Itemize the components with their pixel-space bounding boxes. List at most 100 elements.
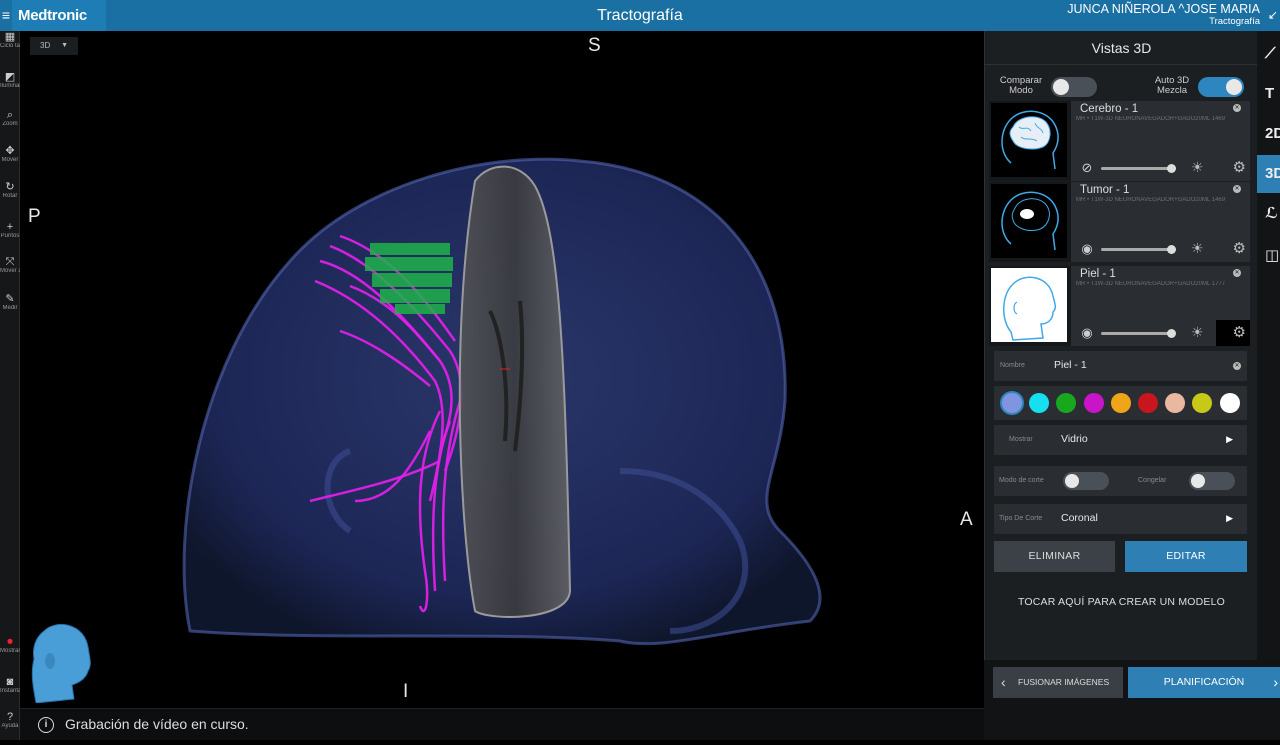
status-text: Grabación de vídeo en curso. [65, 716, 249, 732]
eye-hidden-icon[interactable]: ⊘ [1079, 160, 1095, 176]
tool-measure[interactable]: ✎ Medir [0, 293, 20, 327]
delete-button[interactable]: ELIMINAR [994, 541, 1115, 572]
3d-viewport[interactable]: 3D ▼ S I P A [20, 31, 984, 708]
brightness-icon[interactable]: ☀ [1191, 159, 1204, 176]
color-swatch[interactable] [1083, 393, 1104, 413]
tool-zoom[interactable]: ⌕ Zoom [0, 109, 20, 143]
signature-icon[interactable]: ℒ [1257, 195, 1280, 233]
model-controls: ◉ ☀ ⚙ [1071, 320, 1250, 346]
collapse-arrow-icon[interactable]: ↙ [1268, 8, 1278, 22]
tool-label: Puntos [0, 233, 20, 239]
orientation-head-widget[interactable] [26, 621, 96, 703]
color-swatch[interactable] [1165, 393, 1186, 413]
cut-mode-toggle[interactable] [1063, 472, 1109, 490]
color-swatch[interactable] [1192, 393, 1213, 413]
tool-record[interactable]: ⏺ Mostrar [0, 636, 20, 670]
display-mode-select[interactable]: Mostrar Vidrio ▶ [994, 425, 1247, 455]
display-value: Vidrio [1061, 433, 1088, 445]
eye-icon[interactable]: ◉ [1079, 241, 1095, 257]
model-card-piel[interactable]: Piel - 1 MR • T1W-3D NEURONAVEGADOR+GADO… [989, 266, 1250, 346]
window-icon: ◩ [4, 71, 16, 83]
tool-label: Instantánea [0, 688, 20, 694]
tool-label: Mostrar [0, 648, 20, 654]
text-tool-icon[interactable]: T [1257, 75, 1280, 113]
clear-icon[interactable]: ✕ [1233, 362, 1241, 370]
model-description: MR • T1W-3D NEURONAVEGADOR+GADO20ML 1777 [1076, 281, 1226, 287]
prev-step-label: FUSIONAR IMÁGENES [1018, 677, 1110, 687]
tool-screenshot[interactable]: ◙Instantánea [0, 676, 20, 710]
brain-thumbnail [991, 103, 1067, 177]
rotate-icon: ↻ [5, 181, 15, 193]
color-swatch[interactable] [1002, 393, 1022, 413]
model-info: Piel - 1 MR • T1W-3D NEURONAVEGADOR+GADO… [1071, 266, 1250, 320]
eye-icon[interactable]: ◉ [1079, 325, 1095, 341]
brightness-icon[interactable]: ☀ [1191, 324, 1204, 341]
model-name-field[interactable]: Nombre Piel - 1 ✕ [994, 351, 1247, 381]
opacity-slider[interactable] [1101, 164, 1176, 173]
model-controls: ◉ ☀ ⚙ [1071, 236, 1250, 262]
compare-mode-toggle[interactable] [1051, 77, 1097, 97]
chevron-left-icon: ‹ [1001, 674, 1006, 690]
3d-render[interactable] [20, 31, 984, 708]
create-model-link[interactable]: TOCAR AQUÍ PARA CREAR UN MODELO [985, 596, 1258, 608]
orientation-bottom: I [403, 681, 409, 702]
right-rail: ⟋ T 2D 3D ℒ ◫ [1257, 31, 1280, 660]
tumor-thumbnail [991, 184, 1067, 258]
close-icon[interactable]: ✕ [1233, 104, 1241, 112]
model-controls: ⊘ ☀ ⚙ [1071, 155, 1250, 181]
view-mode-value: 3D [40, 41, 51, 50]
color-swatch[interactable] [1110, 393, 1131, 413]
edit-button[interactable]: EDITAR [1125, 541, 1247, 572]
brightness-icon[interactable]: ☀ [1191, 240, 1204, 257]
compare-mode-label: Comparar Modo [999, 75, 1043, 96]
tool-crosshair[interactable]: + Puntos [0, 221, 20, 255]
model-card-tumor[interactable]: Tumor - 1 MR • T1W-3D NEURONAVEGADOR+GAD… [989, 182, 1250, 262]
close-icon[interactable]: ✕ [1233, 185, 1241, 193]
gear-icon[interactable]: ⚙ [1233, 239, 1246, 257]
color-swatch[interactable] [1219, 393, 1240, 413]
play-arrow-icon: ▶ [1226, 513, 1233, 523]
cut-type-value: Coronal [1061, 512, 1098, 524]
gear-icon[interactable]: ⚙ [1233, 323, 1246, 341]
view-2d-icon[interactable]: 2D [1257, 115, 1280, 153]
tool-window[interactable]: ◩ Iluminar [0, 71, 20, 105]
grid-icon: ▦ [4, 31, 16, 43]
prev-step-button[interactable]: ‹ FUSIONAR IMÁGENES [993, 667, 1123, 698]
layout-icon[interactable]: ◫ [1257, 237, 1280, 275]
close-icon[interactable]: ✕ [1233, 269, 1241, 277]
hamburger-icon[interactable]: ≡ [0, 0, 12, 31]
tool-label: Ayuda [1, 723, 19, 729]
tool-move[interactable]: ✥ Mover [0, 145, 20, 179]
freeze-toggle[interactable] [1189, 472, 1235, 490]
color-swatch[interactable] [1029, 393, 1050, 413]
model-info: Tumor - 1 MR • T1W-3D NEURONAVEGADOR+GAD… [1071, 182, 1250, 236]
cut-type-select[interactable]: Tipo De Corte Coronal ▶ [994, 504, 1247, 534]
play-arrow-icon: ▶ [1226, 434, 1233, 444]
trajectory-icon[interactable]: ⟋ [1257, 35, 1280, 73]
tool-label: Zoom [2, 121, 18, 127]
color-swatch[interactable] [1056, 393, 1077, 413]
tool-rotate[interactable]: ↻ Rotar [0, 181, 20, 215]
view-3d-icon[interactable]: 3D [1257, 155, 1280, 193]
next-step-button[interactable]: PLANIFICACIÓN › [1128, 667, 1280, 698]
name-value: Piel - 1 [1054, 359, 1087, 371]
model-card-cerebro[interactable]: Cerebro - 1 MR • T1W-3D NEURONAVEGADOR+G… [989, 101, 1250, 181]
help-icon: ? [6, 711, 14, 723]
panel-toggles: Comparar Modo Auto 3D Mezcla [985, 69, 1258, 103]
gear-icon[interactable]: ⚙ [1233, 158, 1246, 176]
view-mode-select[interactable]: 3D ▼ [30, 37, 78, 55]
expand-icon: ⤧ [5, 256, 15, 268]
patient-info: JUNCA NIÑEROLA ^JOSE MARIA Tractografía [1067, 2, 1260, 28]
model-description: MR • T1W-3D NEURONAVEGADOR+GADO20ML 1469 [1076, 197, 1226, 203]
name-label: Nombre [1000, 362, 1025, 369]
patient-subtitle: Tractografía [1209, 16, 1260, 27]
tool-expand[interactable]: ⤧Mover a centrar [0, 256, 20, 290]
tool-grid[interactable]: ▦Ciclo tamaños [0, 31, 20, 65]
opacity-slider[interactable] [1101, 329, 1176, 338]
auto-blend-toggle[interactable] [1198, 77, 1244, 97]
tool-label: Mover a centrar [0, 268, 20, 274]
model-info: Cerebro - 1 MR • T1W-3D NEURONAVEGADOR+G… [1071, 101, 1250, 155]
tool-label: Ciclo tamaños [0, 43, 20, 49]
color-swatch[interactable] [1138, 393, 1158, 413]
opacity-slider[interactable] [1101, 245, 1176, 254]
